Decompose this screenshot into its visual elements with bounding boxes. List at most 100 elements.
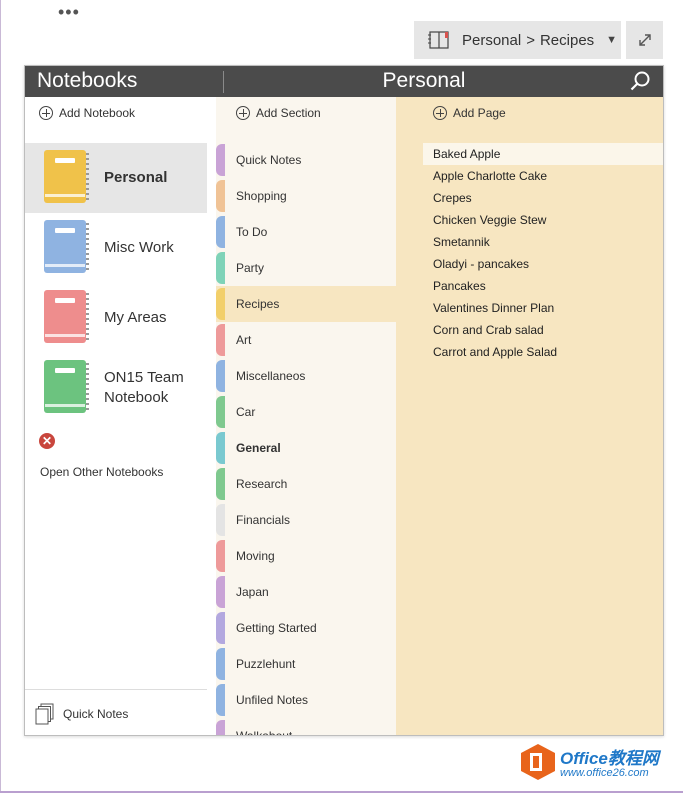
add-page-button[interactable]: Add Page (433, 98, 506, 128)
quick-notes-button[interactable]: Quick Notes (25, 689, 207, 735)
notebook-navigation-dropdown[interactable]: Personal > Recipes ▼ (414, 21, 621, 59)
notebook-item-misc-work[interactable]: Misc Work (25, 213, 207, 283)
section-tab-unfiled-notes[interactable]: Unfiled Notes (216, 682, 396, 718)
section-tab-getting-started[interactable]: Getting Started (216, 610, 396, 646)
section-tab-research[interactable]: Research (216, 466, 396, 502)
open-other-notebooks-link[interactable]: Open Other Notebooks (40, 465, 163, 479)
section-label: General (236, 441, 281, 455)
section-tab-general[interactable]: General (216, 430, 396, 466)
section-tab-miscellaneos[interactable]: Miscellaneos (216, 358, 396, 394)
section-tab-walkabout[interactable]: Walkabout (216, 718, 396, 736)
section-tab-quick-notes[interactable]: Quick Notes (216, 142, 396, 178)
page-item[interactable]: Valentines Dinner Plan (423, 297, 663, 319)
notebook-icon (44, 150, 90, 205)
notebook-item-personal[interactable]: Personal (25, 143, 207, 213)
section-label: Research (236, 477, 288, 491)
section-color-tab (216, 216, 225, 248)
section-label: Party (236, 261, 265, 275)
page-item[interactable]: Baked Apple (423, 143, 663, 165)
section-color-tab (216, 684, 225, 716)
section-label: Recipes (236, 297, 280, 311)
page-title: Baked Apple (433, 147, 501, 161)
notebook-navigation-panel: Notebooks Personal Add Notebook Personal (24, 65, 664, 736)
section-tab-recipes[interactable]: Recipes (216, 286, 396, 322)
page-title: Corn and Crab salad (433, 323, 544, 337)
section-color-tab (216, 720, 225, 735)
page-item[interactable]: Crepes (423, 187, 663, 209)
page-item[interactable]: Chicken Veggie Stew (423, 209, 663, 231)
watermark-url: www.office26.com (560, 767, 649, 779)
section-tab-party[interactable]: Party (216, 250, 396, 286)
sync-error-icon[interactable]: ✕ (39, 433, 55, 449)
page-title: Chicken Veggie Stew (433, 213, 547, 227)
section-label: Miscellaneos (236, 369, 306, 383)
section-color-tab (216, 360, 225, 392)
add-section-label: Add Section (256, 106, 321, 120)
notebook-icon (44, 360, 90, 415)
notebooks-column: Add Notebook Personal Misc Work My Areas (25, 97, 216, 735)
section-label: Art (236, 333, 252, 347)
page-item[interactable]: Apple Charlotte Cake (423, 165, 663, 187)
panel-header: Notebooks Personal (25, 66, 663, 97)
section-color-tab (216, 504, 225, 536)
page-item[interactable]: Carrot and Apple Salad (423, 341, 663, 363)
add-notebook-button[interactable]: Add Notebook (39, 98, 135, 128)
section-color-tab (216, 396, 225, 428)
section-label: Getting Started (236, 621, 317, 635)
expand-button[interactable] (626, 21, 663, 59)
breadcrumb-section: Recipes (539, 31, 595, 49)
section-color-tab (216, 288, 225, 320)
page-title: Crepes (433, 191, 472, 205)
section-color-tab (216, 468, 225, 500)
expand-icon (638, 34, 651, 46)
more-options-button[interactable]: ••• (58, 2, 80, 23)
page-item[interactable]: Oladyi - pancakes (423, 253, 663, 275)
section-tab-car[interactable]: Car (216, 394, 396, 430)
add-circle-icon (433, 106, 447, 120)
section-label: Walkabout (236, 729, 293, 736)
section-label: Japan (236, 585, 269, 599)
section-tab-to-do[interactable]: To Do (216, 214, 396, 250)
page-title: Valentines Dinner Plan (433, 301, 555, 315)
section-label: Puzzlehunt (236, 657, 296, 671)
page-title: Pancakes (433, 279, 486, 293)
section-tab-moving[interactable]: Moving (216, 538, 396, 574)
watermark-logo: Office教程网 www.office26.com (520, 741, 680, 787)
pages-column: Add Page Baked Apple Apple Charlotte Cake… (396, 97, 663, 735)
section-color-tab (216, 612, 225, 644)
notebook-icon (44, 220, 90, 275)
page-item[interactable]: Corn and Crab salad (423, 319, 663, 341)
add-page-label: Add Page (453, 106, 506, 120)
section-color-tab (216, 540, 225, 572)
search-icon[interactable] (629, 70, 651, 92)
current-notebook-title: Personal (382, 69, 466, 92)
section-tab-shopping[interactable]: Shopping (216, 178, 396, 214)
section-color-tab (216, 648, 225, 680)
section-color-tab (216, 144, 225, 176)
section-label: Quick Notes (236, 153, 302, 167)
section-tab-financials[interactable]: Financials (216, 502, 396, 538)
notebook-icon (428, 31, 449, 49)
notebook-name-line1: ON15 Team (104, 369, 184, 386)
watermark-brand: Office教程网 (560, 749, 659, 768)
notebook-item-on15-team[interactable]: ON15 Team Notebook (25, 353, 207, 423)
breadcrumb-separator: > (526, 31, 535, 49)
section-label: To Do (236, 225, 268, 239)
add-section-button[interactable]: Add Section (236, 98, 321, 128)
section-color-tab (216, 252, 225, 284)
office-logo-icon (521, 744, 555, 780)
section-label: Financials (236, 513, 291, 527)
page-item[interactable]: Smetannik (423, 231, 663, 253)
section-tab-puzzlehunt[interactable]: Puzzlehunt (216, 646, 396, 682)
notebook-icon (44, 290, 90, 345)
section-label: Shopping (236, 189, 287, 203)
notebook-item-my-areas[interactable]: My Areas (25, 283, 207, 353)
notebook-name: Personal (104, 169, 168, 186)
window-left-border (0, 0, 1, 793)
section-tab-art[interactable]: Art (216, 322, 396, 358)
section-color-tab (216, 432, 225, 464)
section-tab-japan[interactable]: Japan (216, 574, 396, 610)
section-color-tab (216, 180, 225, 212)
page-title: Oladyi - pancakes (433, 257, 530, 271)
page-item[interactable]: Pancakes (423, 275, 663, 297)
